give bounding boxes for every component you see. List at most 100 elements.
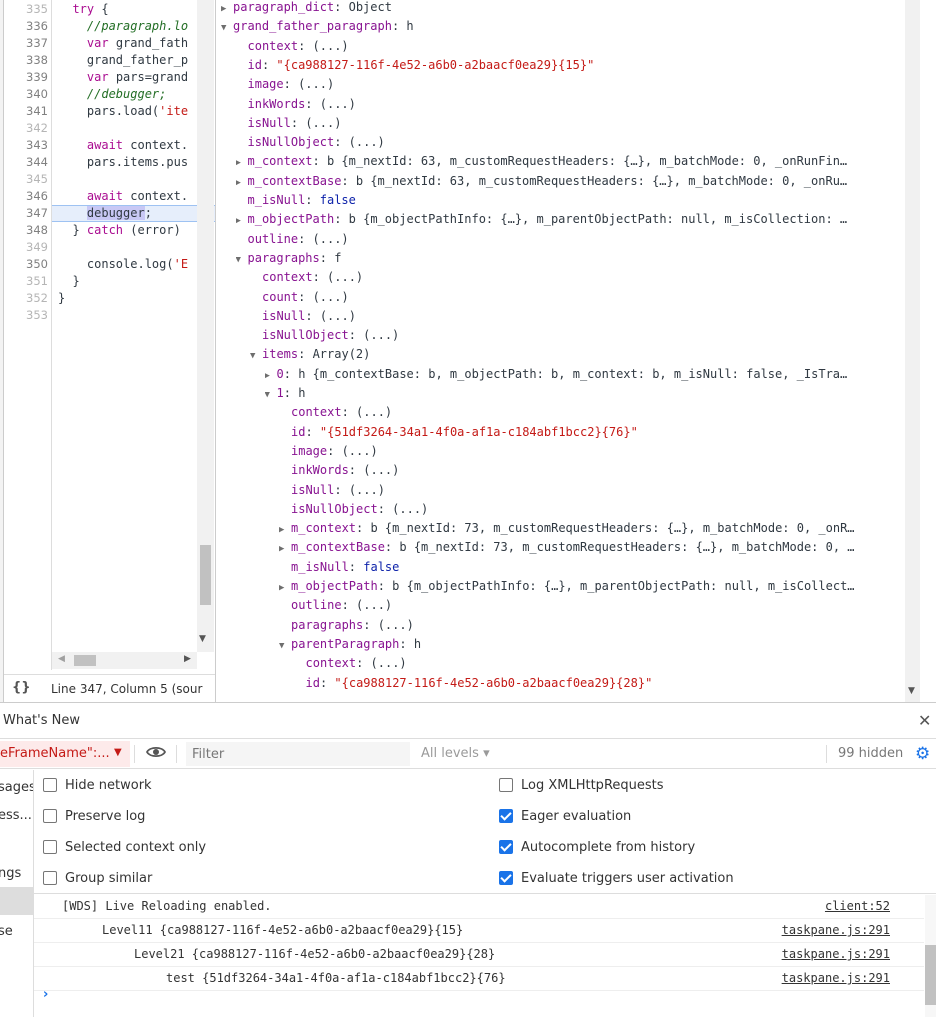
line-gutter[interactable]: 335 336 337 338 339 340 341 342 343 344 345 346 347 3… xyxy=(4,0,52,670)
code-line[interactable]: try { xyxy=(58,1,108,18)
collapsed-triangle-icon[interactable]: ▶ xyxy=(279,540,289,559)
checkbox[interactable] xyxy=(43,840,57,854)
messages-scrollbar[interactable] xyxy=(925,895,936,1017)
checkbox[interactable] xyxy=(499,809,513,823)
property-value[interactable]: (...) xyxy=(327,270,363,284)
console-messages[interactable]: [WDS] Live Reloading enabled. client:52 Le… xyxy=(34,895,936,1017)
line-number[interactable]: 352 xyxy=(4,290,48,307)
line-number[interactable]: 337 xyxy=(4,35,48,52)
expanded-triangle-icon[interactable]: ▼ xyxy=(250,347,260,366)
code-line[interactable]: console.log('E xyxy=(58,256,188,273)
tree-row[interactable]: m_isNull: false xyxy=(248,191,936,210)
setting-selected-context-only[interactable]: Selected context only xyxy=(43,840,206,856)
log-levels-dropdown[interactable]: All levels ▾ xyxy=(421,746,490,761)
checkbox[interactable] xyxy=(43,778,57,792)
line-number[interactable]: 343 xyxy=(4,137,48,154)
code-line[interactable]: var grand_fath xyxy=(58,35,188,52)
property-value[interactable]: (...) xyxy=(342,444,378,458)
line-number[interactable]: 349 xyxy=(4,239,48,256)
line-number[interactable]: 345 xyxy=(4,171,48,188)
code-line[interactable]: //debugger; xyxy=(58,86,166,103)
property-value[interactable]: (...) xyxy=(363,328,399,342)
scroll-down-arrow-icon[interactable]: ▼ xyxy=(908,686,915,696)
property-value[interactable]: (...) xyxy=(349,483,385,497)
line-number[interactable]: 341 xyxy=(4,103,48,120)
line-number[interactable]: 351 xyxy=(4,273,48,290)
property-value[interactable]: (...) xyxy=(349,135,385,149)
checkbox[interactable] xyxy=(499,778,513,792)
tree-row[interactable]: count: (...) xyxy=(262,288,936,307)
console-prompt-icon[interactable]: › xyxy=(43,987,48,1002)
tree-row[interactable]: outline: (...) xyxy=(291,596,936,615)
collapsed-triangle-icon[interactable]: ▶ xyxy=(236,154,246,173)
tree-row[interactable]: inkWords: (...) xyxy=(248,95,936,114)
setting-evaluate-triggers-user-activation[interactable]: Evaluate triggers user activation xyxy=(499,871,734,887)
tree-row[interactable]: context: (...) xyxy=(262,268,936,287)
tree-row[interactable]: image: (...) xyxy=(248,75,936,94)
collapsed-triangle-icon[interactable]: ▶ xyxy=(236,212,246,231)
source-link[interactable]: taskpane.js:291 xyxy=(782,923,890,937)
line-number[interactable]: 348 xyxy=(4,222,48,239)
checkbox[interactable] xyxy=(43,809,57,823)
scroll-down-arrow-icon[interactable]: ▼ xyxy=(199,634,206,644)
tree-row[interactable]: isNullObject: (...) xyxy=(248,133,936,152)
collapsed-triangle-icon[interactable]: ▶ xyxy=(279,521,289,540)
sidebar-item-verbose[interactable]: se xyxy=(0,924,13,939)
dropdown-arrow-icon[interactable]: ▼ xyxy=(114,747,122,758)
tree-row[interactable]: isNull: (...) xyxy=(248,114,936,133)
scrollbar-thumb[interactable] xyxy=(74,655,96,666)
collapsed-triangle-icon[interactable]: ▶ xyxy=(221,0,231,19)
tree-row[interactable]: isNullObject: (...) xyxy=(291,500,936,519)
collapsed-triangle-icon[interactable]: ▶ xyxy=(236,174,246,193)
tree-row[interactable]: id: "{51df3264-34a1-4f0a-af1a-c184abf1bc… xyxy=(291,423,936,442)
tree-row[interactable]: ▼ parentParagraph: h xyxy=(279,635,936,656)
source-link[interactable]: taskpane.js:291 xyxy=(782,971,890,985)
filter-input[interactable] xyxy=(186,742,410,766)
checkbox[interactable] xyxy=(499,871,513,885)
setting-hide-network[interactable]: Hide network xyxy=(43,778,152,794)
property-value[interactable]: (...) xyxy=(313,290,349,304)
context-selector[interactable]: eFrameName":... xyxy=(0,741,130,767)
tree-row[interactable]: ▶ 0: h {m_contextBase: b, m_objectPath: b… xyxy=(265,365,936,386)
tree-row[interactable]: isNull: (...) xyxy=(262,307,936,326)
source-vertical-scrollbar[interactable]: ▼ xyxy=(197,0,214,652)
tree-row[interactable]: m_isNull: false xyxy=(291,558,936,577)
property-value[interactable]: (...) xyxy=(313,39,349,53)
collapsed-triangle-icon[interactable]: ▶ xyxy=(265,367,275,386)
tree-row[interactable]: image: (...) xyxy=(291,442,936,461)
line-number[interactable]: 353 xyxy=(4,307,48,324)
tree-row[interactable]: ▶ m_context: b {m_nextId: 73, m_customReq… xyxy=(279,519,936,540)
setting-log-xmlhttprequests[interactable]: Log XMLHttpRequests xyxy=(499,778,664,794)
tree-row[interactable]: ▶ m_objectPath: b {m_objectPathInfo: {…},… xyxy=(236,210,926,231)
tree-row[interactable]: isNullObject: (...) xyxy=(262,326,936,345)
setting-eager-evaluation[interactable]: Eager evaluation xyxy=(499,809,631,825)
property-value[interactable]: (...) xyxy=(371,656,407,670)
tree-row[interactable]: context: (...) xyxy=(306,654,936,673)
property-value[interactable]: (...) xyxy=(298,77,334,91)
code-line[interactable]: } xyxy=(58,290,65,307)
pretty-print-icon[interactable]: {} xyxy=(12,680,31,695)
line-number[interactable]: 346 xyxy=(4,188,48,205)
tree-row[interactable]: ▼ grand_father_paragraph: h xyxy=(221,17,911,38)
tree-row[interactable]: isNull: (...) xyxy=(291,481,936,500)
source-horizontal-scrollbar[interactable]: ◀ ▶ xyxy=(52,652,197,669)
code-line[interactable]: } catch (error) xyxy=(58,222,180,239)
expanded-triangle-icon[interactable]: ▼ xyxy=(236,251,246,270)
sidebar-item-warnings[interactable]: ngs xyxy=(0,866,21,881)
property-value[interactable]: (...) xyxy=(378,618,414,632)
checkbox[interactable] xyxy=(43,871,57,885)
scope-vertical-scrollbar[interactable]: ▼ xyxy=(905,0,920,702)
code-line[interactable]: pars.items.pus xyxy=(58,154,188,171)
sidebar-item-errors[interactable]: ess... xyxy=(0,808,32,823)
expanded-triangle-icon[interactable]: ▼ xyxy=(265,386,275,405)
tree-row[interactable]: ▼ paragraphs: f xyxy=(236,249,926,270)
property-value[interactable]: (...) xyxy=(305,116,341,130)
tree-row[interactable]: context: (...) xyxy=(248,37,936,56)
expanded-triangle-icon[interactable]: ▼ xyxy=(221,19,231,38)
tree-row[interactable]: id: "{ca988127-116f-4e52-a6b0-a2baacf0ea… xyxy=(306,674,936,693)
setting-preserve-log[interactable]: Preserve log xyxy=(43,809,145,825)
source-editor[interactable]: 335 336 337 338 339 340 341 342 343 344 345 346 347 3… xyxy=(4,0,216,702)
expanded-triangle-icon[interactable]: ▼ xyxy=(279,637,289,656)
property-value[interactable]: (...) xyxy=(320,309,356,323)
tree-row[interactable]: ▼ 1: h xyxy=(265,384,936,405)
